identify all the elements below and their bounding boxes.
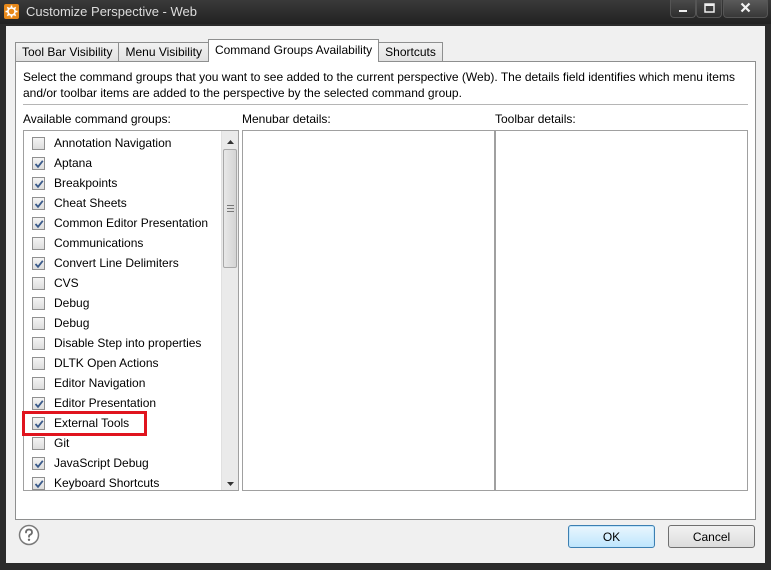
list-item[interactable]: Debug [24,313,220,333]
list-item[interactable]: Debug [24,293,220,313]
checkbox-checked[interactable] [32,177,45,190]
list-item-label: Common Editor Presentation [54,216,209,230]
list-item[interactable]: Keyboard Shortcuts [24,473,220,490]
list-item[interactable]: Disable Step into properties [24,333,220,353]
triangle-down-icon [226,475,234,489]
checkbox-checked[interactable] [32,257,45,270]
list-item[interactable]: Communications [24,233,220,253]
list-item-label: Communications [54,236,144,250]
dialog-body: Tool Bar Visibility Menu Visibility Comm… [6,26,765,563]
scroll-thumb[interactable] [223,149,237,268]
list-item-label: Annotation Navigation [54,136,172,150]
list-item-label: Keyboard Shortcuts [54,476,160,490]
command-groups-list[interactable]: Annotation Navigation Aptana Breakpoints Ch… [23,130,239,491]
tab-menu-visibility[interactable]: Menu Visibility [118,42,209,62]
list-item[interactable]: Convert Line Delimiters [24,253,220,273]
list-item-label: Convert Line Delimiters [54,256,179,270]
list-item[interactable]: Breakpoints [24,173,220,193]
checkbox-checked[interactable] [32,397,45,410]
menubar-details-box[interactable] [242,130,495,491]
scroll-up-button[interactable] [222,131,238,148]
list-item[interactable]: Git [24,433,220,453]
minimize-icon [678,2,688,16]
customize-perspective-dialog: Customize Perspective - Web Tool Bar Vis… [0,0,771,570]
tab-shortcuts[interactable]: Shortcuts [378,42,443,62]
triangle-up-icon [226,133,234,147]
list-item-label: Git [54,436,70,450]
list-item[interactable]: CVS [24,273,220,293]
list-item[interactable]: Editor Navigation [24,373,220,393]
list-item-label: Cheat Sheets [54,196,127,210]
scroll-down-button[interactable] [222,473,238,490]
toolbar-details-label: Toolbar details: [495,112,576,126]
list-item[interactable]: JavaScript Debug [24,453,220,473]
list-item-label: Disable Step into properties [54,336,202,350]
checkmark-icon [34,180,44,189]
highlight-box [22,411,147,436]
grip-icon [227,205,234,212]
close-icon [740,2,751,16]
checkmark-icon [34,260,44,269]
checkbox-unchecked[interactable] [32,317,45,330]
list-item-label: Debug [54,316,90,330]
checkbox-checked[interactable] [32,477,45,490]
checkmark-icon [34,400,44,409]
checkbox-unchecked[interactable] [32,377,45,390]
list-item[interactable]: Editor Presentation [24,393,220,413]
checkbox-unchecked[interactable] [32,357,45,370]
vertical-scrollbar[interactable] [221,131,238,490]
ok-button[interactable]: OK [568,525,655,548]
list-item-label: Editor Presentation [54,396,157,410]
list-item-label: Debug [54,296,90,310]
checkbox-unchecked[interactable] [32,437,45,450]
maximize-button[interactable] [696,0,722,18]
checkmark-icon [34,480,44,489]
tab-bar: Tool Bar Visibility Menu Visibility Comm… [15,39,443,62]
checkbox-unchecked[interactable] [32,337,45,350]
list-item[interactable]: Cheat Sheets [24,193,220,213]
checkmark-icon [34,460,44,469]
checkmark-icon [34,220,44,229]
description-text: Select the command groups that you want … [23,70,735,100]
close-button[interactable] [723,0,768,18]
command-groups-panel: Select the command groups that you want … [15,61,756,520]
checkbox-unchecked[interactable] [32,297,45,310]
list-item-label: Breakpoints [54,176,118,190]
list-item-label: Aptana [54,156,93,170]
checkbox-unchecked[interactable] [32,237,45,250]
list-item[interactable]: DLTK Open Actions [24,353,220,373]
checkbox-checked[interactable] [32,217,45,230]
separator [23,104,748,105]
help-button[interactable] [18,524,40,546]
menubar-details-label: Menubar details: [242,112,331,126]
title-bar[interactable]: Customize Perspective - Web [0,0,771,24]
list-item-label: DLTK Open Actions [54,356,159,370]
list-item-label: JavaScript Debug [54,456,149,470]
list-item[interactable]: Annotation Navigation [24,133,220,153]
checkbox-checked[interactable] [32,157,45,170]
checkbox-unchecked[interactable] [32,137,45,150]
list-item-label: CVS [54,276,79,290]
checkmark-icon [34,160,44,169]
cancel-button[interactable]: Cancel [668,525,755,548]
available-groups-label: Available command groups: [23,112,171,126]
minimize-button[interactable] [670,0,696,18]
tab-command-groups-availability[interactable]: Command Groups Availability [207,39,380,62]
list-item[interactable]: Common Editor Presentation [24,213,220,233]
toolbar-details-box[interactable] [495,130,748,491]
window-title: Customize Perspective - Web [26,4,197,19]
question-mark-icon [18,524,40,549]
maximize-icon [703,2,715,16]
gear-icon [4,4,19,19]
checkmark-icon [34,200,44,209]
list-item-label: Editor Navigation [54,376,146,390]
checkbox-checked[interactable] [32,197,45,210]
checkbox-checked[interactable] [32,457,45,470]
list-item[interactable]: Aptana [24,153,220,173]
tab-tool-bar-visibility[interactable]: Tool Bar Visibility [15,42,120,62]
checkbox-unchecked[interactable] [32,277,45,290]
